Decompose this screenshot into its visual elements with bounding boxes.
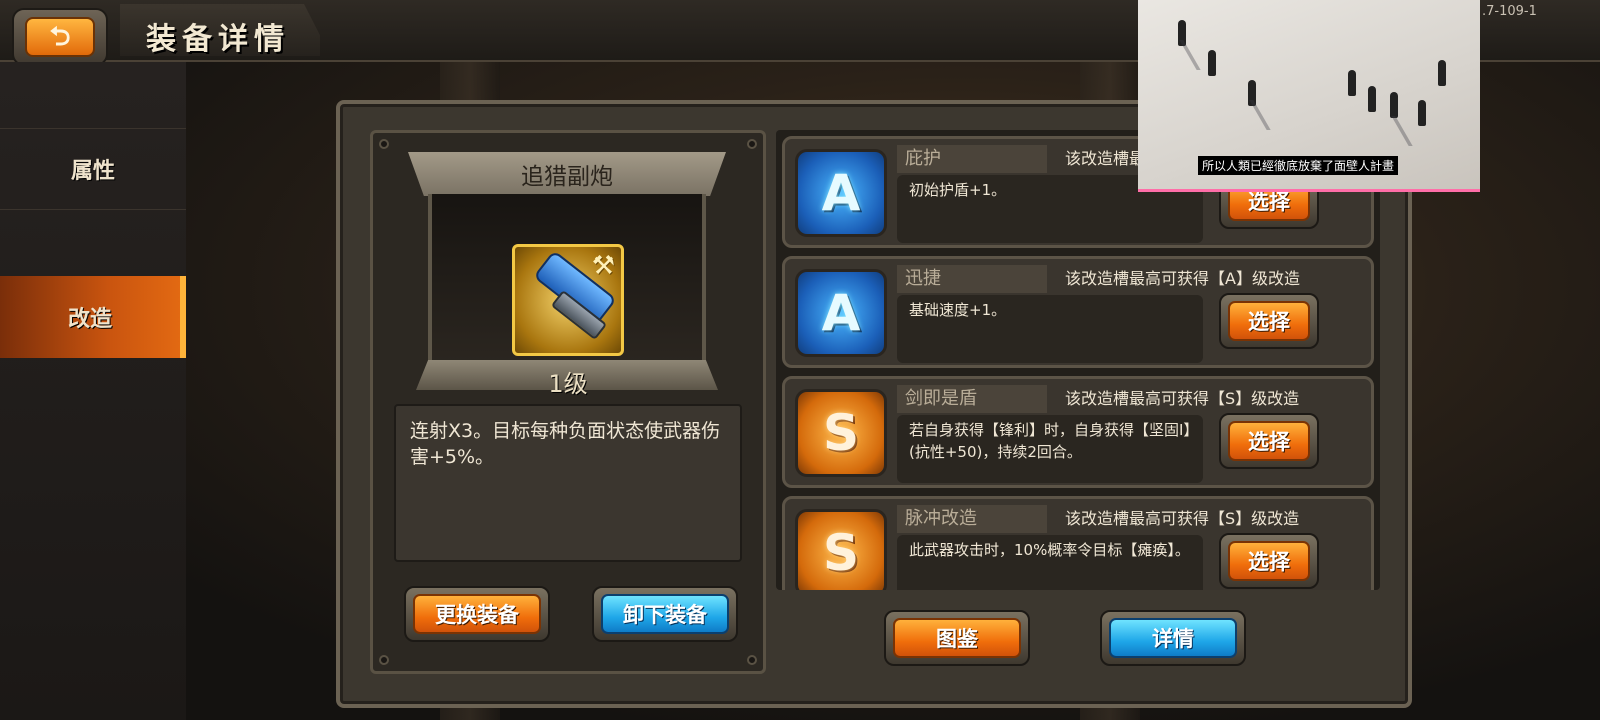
bolt-decoration [747,139,757,149]
mod-name: 剑即是盾 [897,385,1047,413]
grade-a-icon: A [795,269,887,357]
grade-a-icon: A [795,149,887,237]
sidebar: 属性 改造 [0,62,186,720]
item-description: 连射X3。目标每种负面状态使武器伤害+5%。 [394,404,742,562]
replace-equipment-button[interactable]: 更换装备 [404,586,550,642]
crowd-figure [1208,50,1216,76]
back-button[interactable]: ⮌ [12,8,108,66]
back-arrow-icon: ⮌ [49,22,71,52]
video-overlay[interactable]: 所以人類已經徹底放棄了面壁人計畫 [1138,0,1480,192]
crowd-figure [1390,92,1398,118]
page-title: 装备详情 [146,22,290,57]
grade-s-icon: S [795,509,887,590]
video-caption: 所以人類已經徹底放棄了面壁人計畫 [1198,156,1399,175]
unequip-label[interactable]: 卸下装备 [601,594,729,634]
grade-s-icon: S [795,389,887,477]
crowd-shadow [1179,40,1201,70]
mod-name: 庇护 [897,145,1047,173]
bolt-decoration [379,655,389,665]
item-level: 1级 [548,370,588,398]
blaster-gun-icon[interactable]: ⚒ [512,244,624,356]
unequip-button[interactable]: 卸下装备 [592,586,738,642]
select-button[interactable]: 选择 [1219,413,1319,469]
back-button-face[interactable]: ⮌ [25,17,95,57]
bolt-decoration [747,655,757,665]
modification-list[interactable]: A 庇护 该改造槽最高可获得【A】级改造 初始护盾+1。 选择 A 迅捷 该改造… [776,130,1380,590]
crowd-figure [1438,60,1446,86]
codex-button[interactable]: 图鉴 [884,610,1030,666]
crowd-figure [1418,100,1426,126]
mod-description: 若自身获得【锋利】时，自身获得【坚固Ⅰ】(抗性+50)，持续2回合。 [897,415,1203,483]
mod-description: 此武器攻击时，10%概率令目标【瘫痪】。 [897,535,1203,590]
mod-card: A 迅捷 该改造槽最高可获得【A】级改造 基础速度+1。 选择 [782,256,1374,368]
details-button[interactable]: 详情 [1100,610,1246,666]
crowd-shadow [1391,116,1413,146]
mod-card: S 脉冲改造 该改造槽最高可获得【S】级改造 此武器攻击时，10%概率令目标【瘫… [782,496,1374,590]
item-name: 追猎副炮 [408,152,726,196]
tab-attributes[interactable]: 属性 [0,128,186,210]
mod-limit: 该改造槽最高可获得【A】级改造 [1065,269,1300,288]
crowd-shadow [1249,100,1271,130]
mod-name: 脉冲改造 [897,505,1047,533]
codex-label[interactable]: 图鉴 [893,618,1021,658]
tab-modification[interactable]: 改造 [0,276,186,358]
select-button[interactable]: 选择 [1219,293,1319,349]
mod-limit: 该改造槽最高可获得【S】级改造 [1065,509,1300,528]
select-label[interactable]: 选择 [1228,541,1310,581]
mod-description: 基础速度+1。 [897,295,1203,363]
mod-card: S 剑即是盾 该改造槽最高可获得【S】级改造 若自身获得【锋利】时，自身获得【坚… [782,376,1374,488]
select-label[interactable]: 选择 [1228,301,1310,341]
version-label: .7-109-1 [1482,4,1537,19]
crowd-figure [1348,70,1356,96]
bolt-decoration [379,139,389,149]
mod-limit: 该改造槽最高可获得【S】级改造 [1065,389,1300,408]
replace-equipment-label[interactable]: 更换装备 [413,594,541,634]
select-label[interactable]: 选择 [1228,421,1310,461]
mod-name: 迅捷 [897,265,1047,293]
select-button[interactable]: 选择 [1219,533,1319,589]
crowd-figure [1368,86,1376,112]
wrench-icon: ⚒ [591,251,615,281]
details-label[interactable]: 详情 [1109,618,1237,658]
